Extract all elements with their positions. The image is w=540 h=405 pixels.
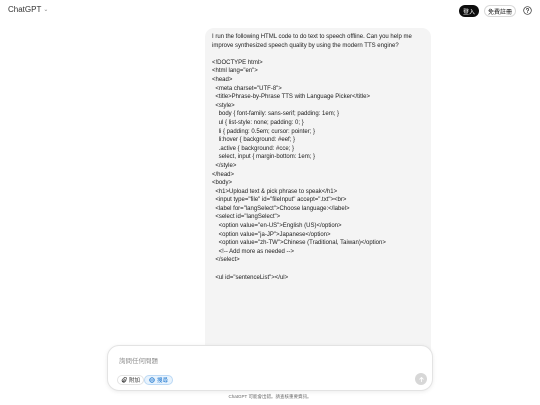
attach-button[interactable]: 附加: [117, 375, 145, 385]
arrow-up-icon: [418, 376, 424, 382]
paperclip-icon: [121, 377, 127, 383]
top-bar: ChatGPT ⌄ 登入 免費註冊: [0, 0, 540, 22]
search-label: 搜尋: [157, 378, 169, 384]
help-icon[interactable]: [523, 6, 532, 15]
globe-icon: [149, 377, 155, 383]
chevron-down-icon: ⌄: [43, 7, 49, 13]
message-code-text: <!DOCTYPE html> <html lang="en"> <head> …: [212, 59, 386, 281]
footer-disclaimer: ChatGPT 可能會出錯。請查核重要資訊。: [228, 394, 312, 399]
search-button[interactable]: 搜尋: [144, 375, 174, 385]
composer-input[interactable]: 詢問任何問題: [119, 355, 158, 365]
signup-button[interactable]: 免費註冊: [484, 5, 516, 17]
app-title: ChatGPT: [8, 5, 42, 14]
message-intro-text: I run the following HTML code to do text…: [212, 34, 414, 49]
message-composer[interactable]: 詢問任何問題 附加 搜尋: [107, 345, 433, 391]
user-message-bubble: I run the following HTML code to do text…: [205, 28, 431, 388]
model-selector[interactable]: ChatGPT ⌄: [8, 5, 48, 14]
login-button[interactable]: 登入: [459, 5, 479, 17]
attach-label: 附加: [129, 378, 141, 384]
send-button[interactable]: [415, 373, 427, 385]
